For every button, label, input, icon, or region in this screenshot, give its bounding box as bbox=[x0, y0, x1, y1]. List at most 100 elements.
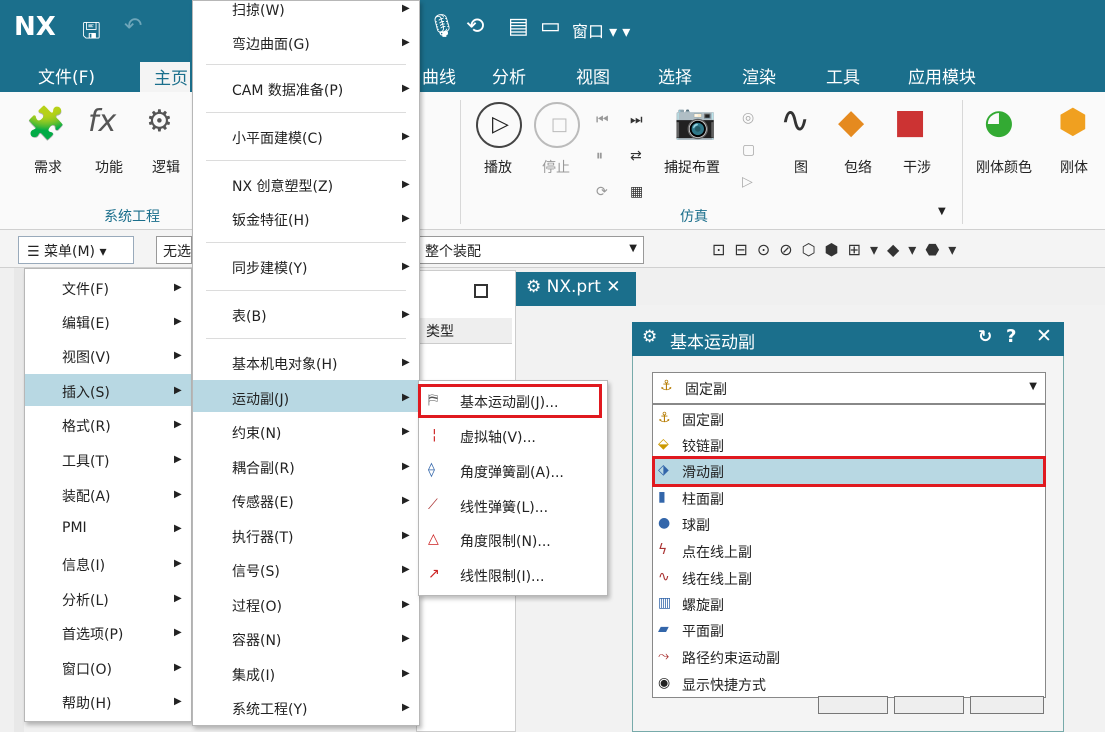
main-menu-item[interactable]: 格式(R) bbox=[62, 416, 111, 436]
requirements-button[interactable]: 需求 bbox=[34, 157, 62, 177]
step-controls-icon-2[interactable]: ⏭ ⇄ ▦ bbox=[630, 102, 643, 210]
function-button[interactable]: 功能 bbox=[95, 157, 123, 177]
reset-icon[interactable]: ↻ bbox=[978, 327, 992, 347]
joint-item-basic[interactable]: 基本运动副(J)... bbox=[460, 392, 558, 412]
main-menu-item[interactable]: 文件(F) bbox=[62, 279, 109, 299]
tab-render[interactable]: 渲染 bbox=[742, 63, 776, 88]
group-expand-arrow[interactable]: ▼ bbox=[938, 206, 946, 217]
window-menu[interactable]: 窗口 ▾ ▾ bbox=[572, 18, 630, 42]
tab-select[interactable]: 选择 bbox=[658, 63, 692, 88]
save-icon[interactable]: 🖫 bbox=[82, 14, 101, 52]
filter-combo[interactable]: 无选 bbox=[156, 236, 192, 264]
joint-item-linear-limit[interactable]: 线性限制(I)... bbox=[460, 566, 544, 586]
apply-button[interactable] bbox=[894, 696, 964, 714]
insert-menu-item[interactable]: NX 创意塑型(Z) bbox=[232, 176, 333, 196]
insert-menu-item[interactable]: CAM 数据准备(P) bbox=[232, 80, 343, 100]
insert-menu-item[interactable]: 约束(N) bbox=[232, 423, 281, 443]
undo-icon[interactable]: ↶ bbox=[124, 14, 142, 39]
insert-menu-item[interactable]: 系统工程(Y) bbox=[232, 699, 307, 719]
joint-item-angular-limit[interactable]: 角度限制(N)... bbox=[460, 531, 551, 551]
insert-menu-item[interactable]: 执行器(T) bbox=[232, 527, 293, 547]
option-show-shortcuts[interactable]: 显示快捷方式 bbox=[682, 675, 766, 695]
snapshot-controls-icon[interactable]: ◎ ▢ ▷ bbox=[742, 102, 755, 198]
insert-menu-item[interactable]: 过程(O) bbox=[232, 596, 282, 616]
insert-menu-item[interactable]: 集成(I) bbox=[232, 665, 275, 685]
maximize-icon[interactable] bbox=[474, 284, 488, 298]
main-menu-item[interactable]: 窗口(O) bbox=[62, 659, 112, 679]
close-tab-icon[interactable]: ✕ bbox=[606, 277, 620, 297]
submenu-arrow-icon: ▶ bbox=[402, 633, 410, 644]
option-curve-on-curve[interactable]: 线在线上副 bbox=[682, 569, 752, 589]
main-menu-item[interactable]: 帮助(H) bbox=[62, 693, 111, 713]
option-point-on-curve[interactable]: 点在线上副 bbox=[682, 542, 752, 562]
main-menu-item[interactable]: 插入(S) bbox=[62, 382, 110, 402]
layout-icon[interactable]: ▤ bbox=[508, 14, 529, 39]
capture-layout-button[interactable]: 捕捉布置 bbox=[664, 157, 720, 177]
assembly-scope-combo[interactable]: 整个装配 ▼ bbox=[418, 236, 644, 264]
play-button[interactable]: 播放 bbox=[484, 157, 512, 177]
main-menu-item[interactable]: 信息(I) bbox=[62, 555, 105, 575]
option-hinge[interactable]: 铰链副 bbox=[682, 436, 724, 456]
microphone-icon[interactable]: 🎙 bbox=[428, 14, 456, 39]
joint-item-linear-spring[interactable]: 线性弹簧(L)... bbox=[460, 497, 548, 517]
option-path-constraint[interactable]: 路径约束运动副 bbox=[682, 648, 780, 668]
insert-menu-item[interactable]: 钣金特征(H) bbox=[232, 210, 309, 230]
insert-menu-item[interactable]: 同步建模(Y) bbox=[232, 258, 307, 278]
step-controls-icon[interactable]: ⏮ ⏸ ⟳ bbox=[596, 102, 609, 210]
insert-menu-item[interactable]: 弯边曲面(G) bbox=[232, 34, 310, 54]
main-menu-item[interactable]: 工具(T) bbox=[62, 451, 109, 471]
menu-button[interactable]: ☰ 菜单(M) ▾ bbox=[18, 236, 134, 264]
joint-type-dropdown[interactable]: 固定副 ▼ bbox=[652, 372, 1046, 404]
joint-item-angular-spring[interactable]: 角度弹簧副(A)... bbox=[460, 462, 564, 482]
insert-menu-item[interactable]: 基本机电对象(H) bbox=[232, 354, 337, 374]
tab-analysis[interactable]: 分析 bbox=[492, 63, 526, 88]
touch-mode-icon[interactable]: ⟲ bbox=[466, 14, 484, 39]
stop-button[interactable]: 停止 bbox=[542, 157, 570, 177]
option-cylindrical[interactable]: 柱面副 bbox=[682, 489, 724, 509]
graph-button[interactable]: 图 bbox=[794, 157, 808, 177]
nav-column-type[interactable]: 类型 bbox=[420, 318, 512, 344]
main-menu-item[interactable]: 编辑(E) bbox=[62, 313, 110, 333]
document-tab[interactable]: ⚙ NX.prt ✕ bbox=[516, 272, 636, 306]
insert-menu-item[interactable]: 耦合副(R) bbox=[232, 458, 295, 478]
tab-tools[interactable]: 工具 bbox=[826, 63, 860, 88]
ok-button[interactable] bbox=[818, 696, 888, 714]
insert-menu-item[interactable]: 运动副(J) bbox=[232, 389, 289, 409]
submenu-arrow-icon: ▶ bbox=[174, 316, 182, 327]
window-icon[interactable]: ▭ bbox=[540, 14, 561, 39]
joint-item-virtual-axis[interactable]: 虚拟轴(V)... bbox=[460, 427, 536, 447]
view-tools-icons[interactable]: ⊡⊟⊙⊘⬡⬢⊞▾◆▾⬣▾ bbox=[712, 240, 965, 259]
option-screw[interactable]: 螺旋副 bbox=[682, 595, 724, 615]
close-dialog-icon[interactable]: ✕ bbox=[1036, 325, 1052, 347]
insert-menu-item[interactable]: 容器(N) bbox=[232, 630, 281, 650]
option-planar[interactable]: 平面副 bbox=[682, 621, 724, 641]
option-ball[interactable]: 球副 bbox=[682, 515, 710, 535]
interference-button[interactable]: 干涉 bbox=[903, 157, 931, 177]
tab-file[interactable]: 文件(F) bbox=[38, 63, 95, 88]
option-slider[interactable]: 滑动副 bbox=[682, 462, 724, 482]
insert-menu-item[interactable]: 信号(S) bbox=[232, 561, 280, 581]
envelope-button[interactable]: 包络 bbox=[844, 157, 872, 177]
rigid-body-button[interactable]: 刚体 bbox=[1060, 157, 1088, 177]
main-menu-item[interactable]: 装配(A) bbox=[62, 486, 111, 506]
body-color-button[interactable]: 刚体颜色 bbox=[976, 157, 1032, 177]
main-menu-item[interactable]: PMI bbox=[62, 520, 87, 536]
help-icon[interactable]: ? bbox=[1006, 326, 1016, 347]
tab-home[interactable]: 主页 bbox=[140, 62, 190, 92]
logic-button[interactable]: 逻辑 bbox=[152, 157, 180, 177]
tab-curve[interactable]: 曲线 bbox=[422, 63, 456, 88]
main-menu-item[interactable]: 分析(L) bbox=[62, 590, 109, 610]
insert-menu-item[interactable]: 扫掠(W) bbox=[232, 0, 285, 20]
insert-menu-item[interactable]: 传感器(E) bbox=[232, 492, 294, 512]
insert-menu-item[interactable]: 小平面建模(C) bbox=[232, 128, 323, 148]
option-fixed[interactable]: 固定副 bbox=[682, 410, 724, 430]
cancel-button[interactable] bbox=[970, 696, 1044, 714]
main-menu-item[interactable]: 首选项(P) bbox=[62, 624, 123, 644]
tab-view[interactable]: 视图 bbox=[576, 63, 610, 88]
submenu-arrow-icon: ▶ bbox=[402, 179, 410, 190]
tab-application[interactable]: 应用模块 bbox=[908, 63, 976, 88]
insert-menu-item[interactable]: 表(B) bbox=[232, 306, 267, 326]
main-menu-item[interactable]: 视图(V) bbox=[62, 347, 111, 367]
requirements-icon: 🧩 bbox=[26, 104, 66, 142]
basic-joint-icon: ⛿ bbox=[428, 392, 439, 408]
